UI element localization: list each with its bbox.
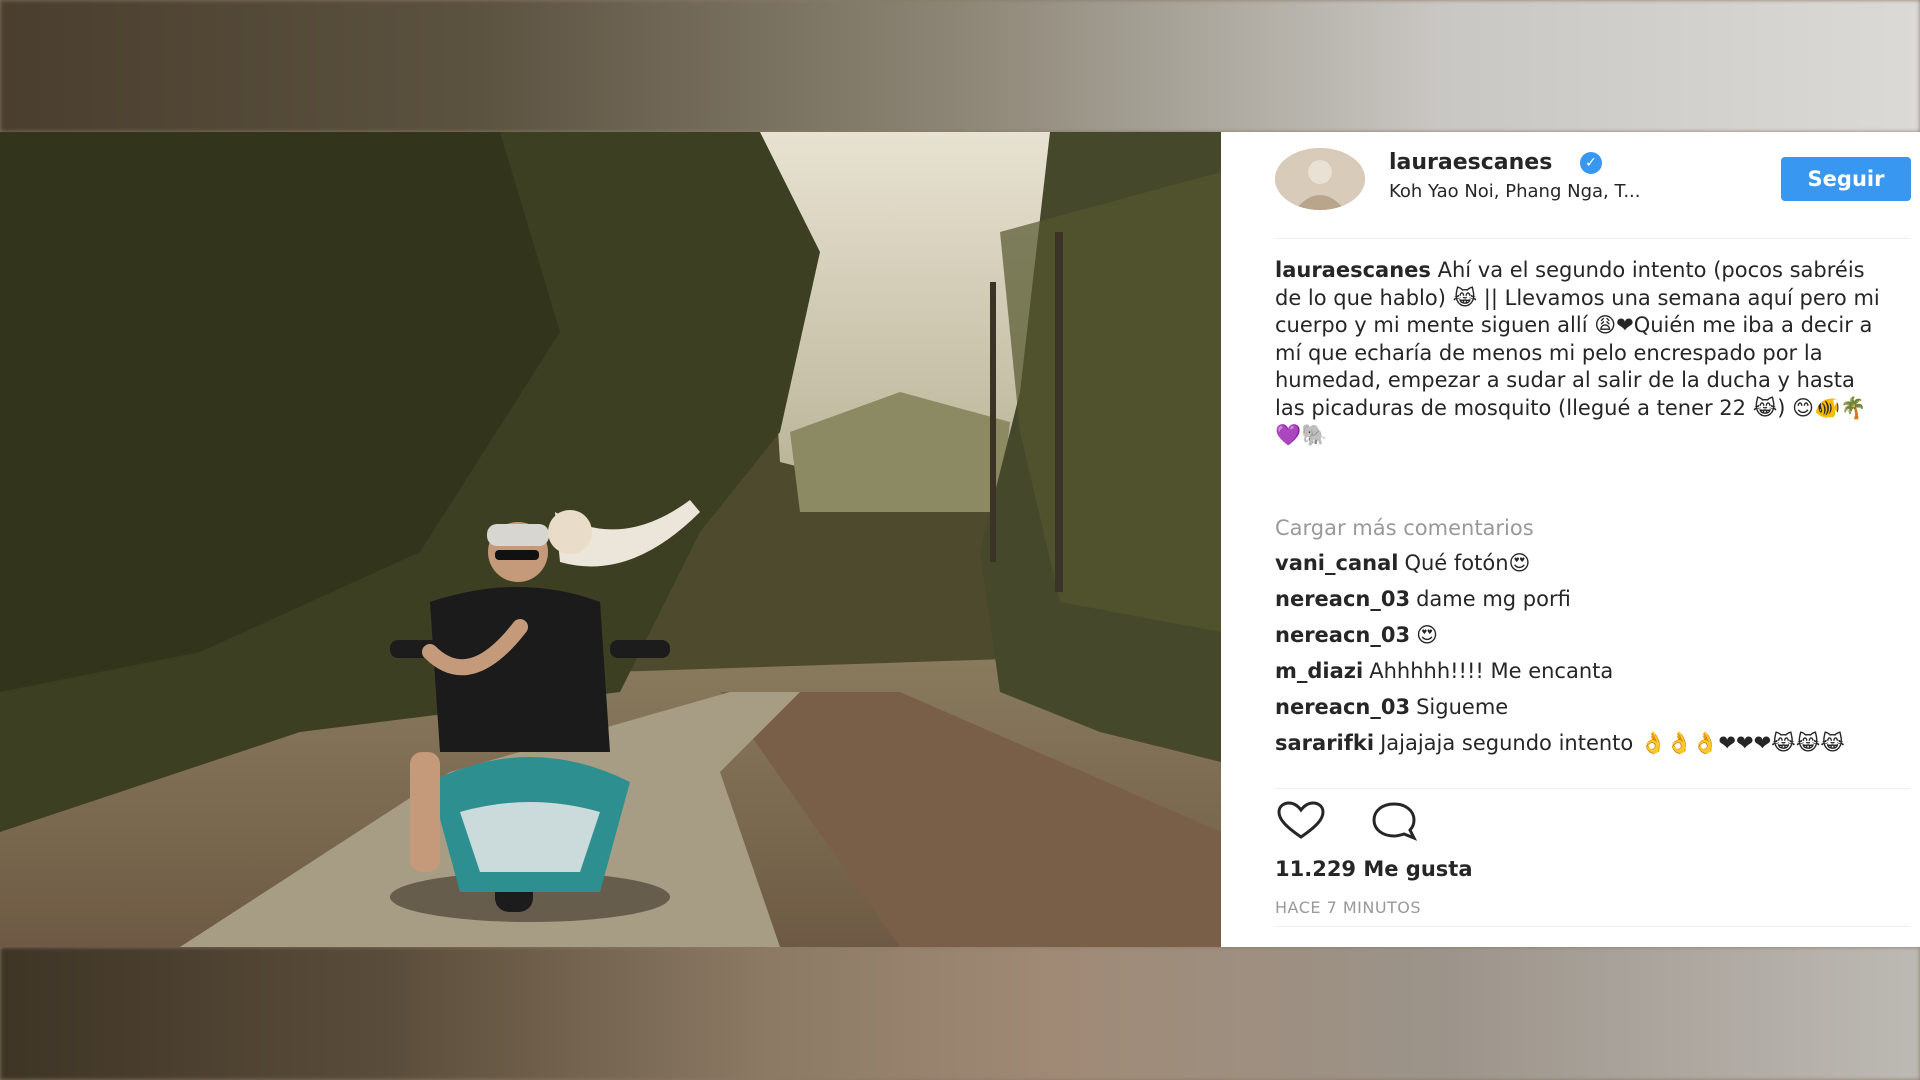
caption-username[interactable]: lauraescanes [1275,258,1431,282]
comment-text: dame mg porfi [1416,587,1571,611]
comment-item: nereacn_03 😍 [1275,622,1895,649]
comments-list: vani_canal Qué fotón😍 nereacn_03 dame mg p… [1275,550,1895,766]
comment-username[interactable]: sararifki [1275,731,1374,755]
comment-icon[interactable] [1368,801,1420,841]
comment-username[interactable]: nereacn_03 [1275,587,1410,611]
comments-divider [1275,788,1910,789]
verified-badge-icon: ✓ [1580,152,1602,174]
blurred-background-bottom [0,947,1920,1080]
comment-text: Sigueme [1416,695,1509,719]
comment-item: nereacn_03 dame mg porfi [1275,586,1895,613]
comment-item: sararifki Jajajaja segundo intento 👌👌👌❤❤❤… [1275,730,1895,757]
scooter-road-photo [0,132,1221,947]
footer-divider [1275,926,1910,927]
post-photo[interactable] [0,132,1221,947]
comment-username[interactable]: vani_canal [1275,551,1398,575]
post-caption: lauraescanes Ahí va el segundo intento (… [1275,257,1885,450]
comment-item: vani_canal Qué fotón😍 [1275,550,1895,577]
header-divider [1275,238,1910,239]
post-timestamp: HACE 7 MINUTOS [1275,898,1422,917]
avatar[interactable] [1275,148,1365,210]
comment-item: m_diazi Ahhhhh!!!! Me encanta [1275,658,1895,685]
comment-item: nereacn_03 Sigueme [1275,694,1895,721]
caption-text: Ahí va el segundo intento (pocos sabréis… [1275,258,1880,447]
comment-text: Jajajaja segundo intento 👌👌👌❤❤❤😹😹😹 [1380,731,1845,755]
like-count[interactable]: 11.229 Me gusta [1275,857,1473,881]
comment-username[interactable]: nereacn_03 [1275,623,1410,647]
post-side-panel: lauraescanes ✓ Koh Yao Noi, Phang Nga, T… [1221,132,1920,947]
comment-text: 😍 [1416,623,1438,647]
avatar-photo [1275,148,1365,210]
instagram-post: lauraescanes ✓ Koh Yao Noi, Phang Nga, T… [0,132,1920,947]
comment-text: Ahhhhh!!!! Me encanta [1369,659,1614,683]
comment-username[interactable]: m_diazi [1275,659,1363,683]
post-location[interactable]: Koh Yao Noi, Phang Nga, T... [1389,181,1641,202]
blurred-background-top [0,0,1920,132]
load-more-comments-link[interactable]: Cargar más comentarios [1275,516,1534,540]
post-username[interactable]: lauraescanes [1389,150,1552,175]
heart-icon[interactable] [1275,801,1327,841]
follow-button[interactable]: Seguir [1781,157,1911,201]
comment-text: Qué fotón😍 [1404,551,1531,575]
comment-username[interactable]: nereacn_03 [1275,695,1410,719]
post-actions [1275,801,1456,841]
